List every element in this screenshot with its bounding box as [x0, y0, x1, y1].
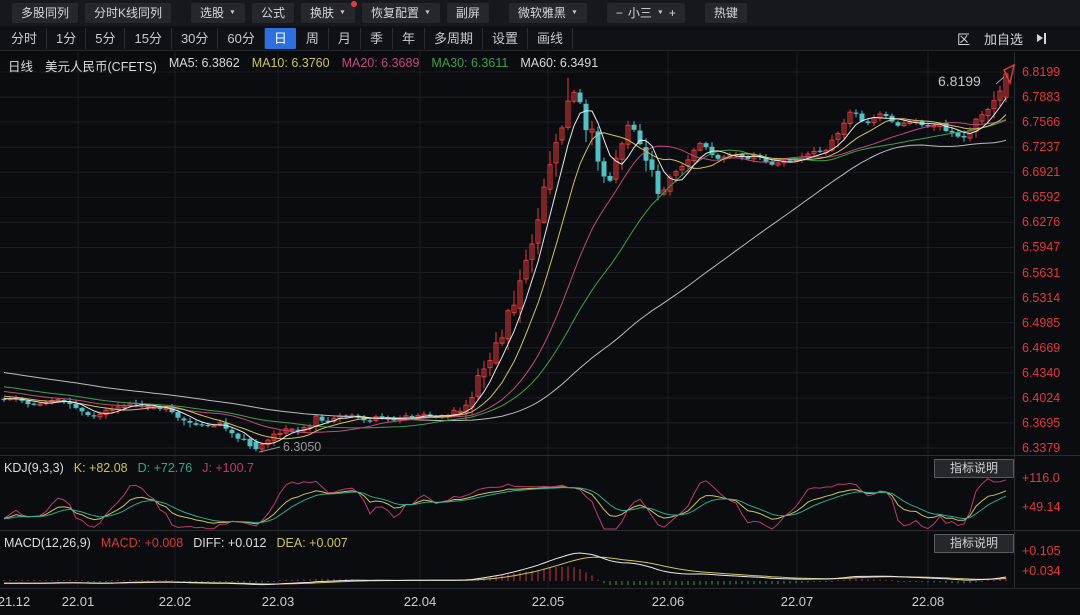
kdj-help-button[interactable]: 指标说明 [934, 459, 1014, 478]
macd-help-button[interactable]: 指标说明 [934, 534, 1014, 553]
chart-canvas[interactable] [0, 0, 1080, 615]
trading-app: 多股同列 分时K线同列 选股▼ 公式 换肤▼ 恢复配置▼ 副屏 微软雅黑▼ − … [0, 0, 1080, 615]
